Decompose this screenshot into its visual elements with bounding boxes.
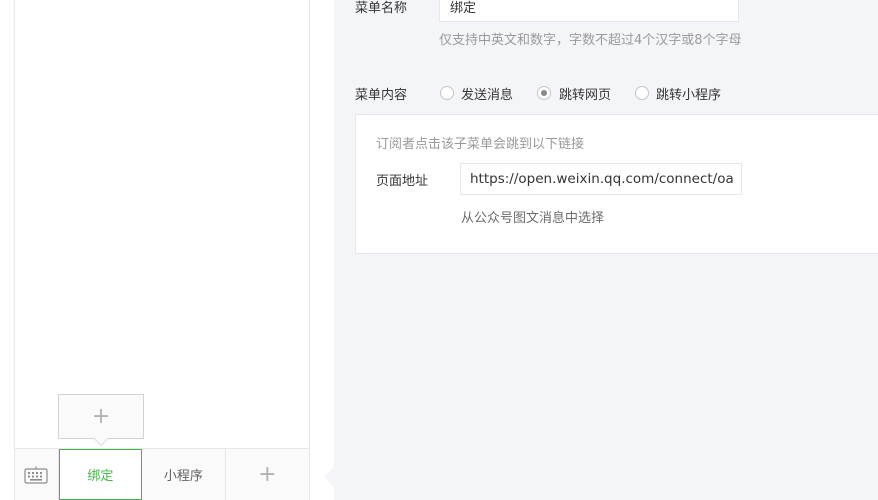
radio-jump-mini-program-label[interactable]: 跳转小程序 bbox=[656, 84, 721, 103]
page-url-input[interactable]: https://open.weixin.qq.com/connect/oa bbox=[460, 163, 742, 195]
custom-menu-bar: 绑定 小程序 + bbox=[14, 448, 310, 500]
page-url-label: 页面地址 bbox=[376, 174, 429, 189]
radio-jump-mini-program[interactable] bbox=[635, 86, 649, 100]
menu-item-bind[interactable]: 绑定 bbox=[58, 449, 143, 500]
add-menu-button[interactable]: + bbox=[226, 449, 309, 500]
radio-send-message-label[interactable]: 发送消息 bbox=[461, 84, 513, 103]
radio-jump-webpage-label[interactable]: 跳转网页 bbox=[559, 84, 611, 103]
add-sub-menu-button[interactable]: + bbox=[58, 394, 144, 446]
choose-from-article-link[interactable]: 从公众号图文消息中选择 bbox=[461, 207, 604, 226]
editor-pointer bbox=[324, 467, 334, 487]
plus-icon: + bbox=[91, 403, 111, 429]
link-description: 订阅者点击该子菜单会跳到以下链接 bbox=[376, 137, 585, 152]
menu-item-mini-program[interactable]: 小程序 bbox=[142, 449, 226, 500]
menu-content-label: 菜单内容 bbox=[355, 88, 408, 103]
menu-name-label: 菜单名称 bbox=[355, 1, 408, 16]
radio-send-message[interactable] bbox=[440, 86, 454, 100]
keyboard-icon[interactable] bbox=[15, 449, 59, 500]
menu-name-hint: 仅支持中英文和数字，字数不超过4个汉字或8个字母 bbox=[439, 33, 742, 48]
radio-jump-webpage[interactable] bbox=[537, 86, 551, 100]
menu-name-input[interactable]: 绑定 bbox=[439, 0, 739, 22]
